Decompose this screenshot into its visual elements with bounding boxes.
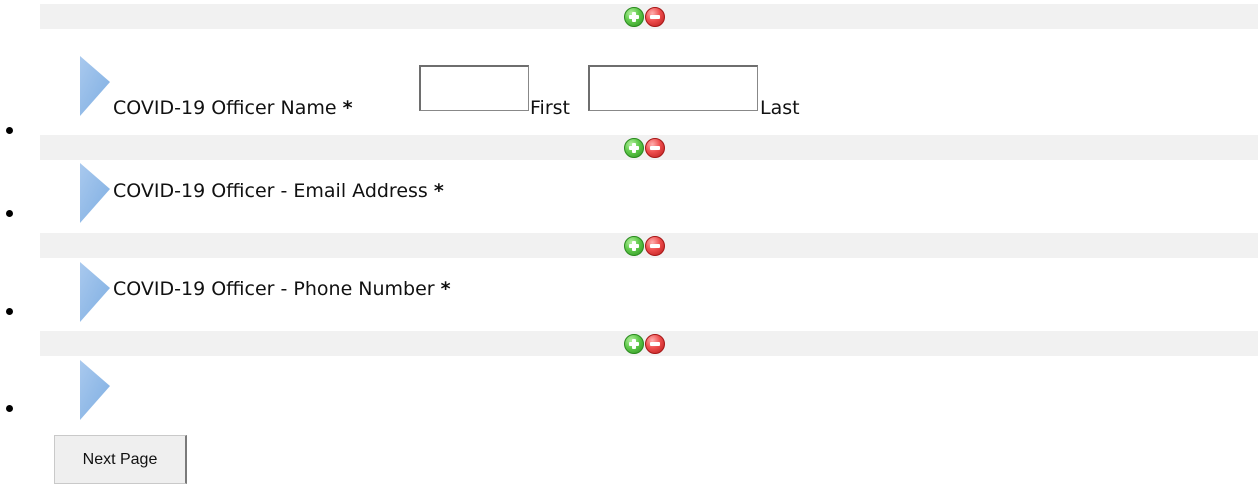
required-marker: *: [433, 180, 444, 202]
question-text: COVID-19 Officer Name: [113, 97, 337, 119]
toolbar-icons: [624, 7, 665, 27]
section-toolbar: [40, 233, 1258, 258]
question-label: COVID-19 Officer Name *: [113, 97, 353, 119]
section-toolbar: [40, 135, 1258, 160]
add-circle-icon[interactable]: [624, 7, 644, 27]
question-text: COVID-19 Officer - Phone Number: [113, 278, 435, 300]
required-marker: *: [440, 278, 451, 300]
list-bullet: [6, 308, 13, 315]
add-circle-icon[interactable]: [624, 138, 644, 158]
triangle-arrow-icon: [80, 262, 110, 322]
question-text: COVID-19 Officer - Email Address: [113, 180, 428, 202]
last-name-input[interactable]: [588, 65, 758, 111]
list-bullet: [6, 405, 13, 412]
list-bullet: [6, 127, 13, 134]
first-name-caption: First: [530, 97, 570, 119]
triangle-arrow-icon: [80, 360, 110, 420]
question-label: COVID-19 Officer - Phone Number *: [113, 278, 451, 300]
list-bullet: [6, 210, 13, 217]
remove-circle-icon[interactable]: [645, 236, 665, 256]
remove-circle-icon[interactable]: [645, 334, 665, 354]
last-name-caption: Last: [760, 97, 800, 119]
first-name-input[interactable]: [419, 65, 529, 111]
toolbar-icons: [624, 138, 665, 158]
toolbar-icons: [624, 334, 665, 354]
remove-circle-icon[interactable]: [645, 138, 665, 158]
add-circle-icon[interactable]: [624, 334, 644, 354]
triangle-arrow-icon: [80, 56, 110, 116]
section-toolbar: [40, 4, 1258, 29]
question-label: COVID-19 Officer - Email Address *: [113, 180, 444, 202]
next-page-button[interactable]: Next Page: [54, 435, 187, 484]
triangle-arrow-icon: [80, 163, 110, 223]
remove-circle-icon[interactable]: [645, 7, 665, 27]
toolbar-icons: [624, 236, 665, 256]
section-toolbar: [40, 331, 1258, 356]
required-marker: *: [342, 97, 353, 119]
add-circle-icon[interactable]: [624, 236, 644, 256]
